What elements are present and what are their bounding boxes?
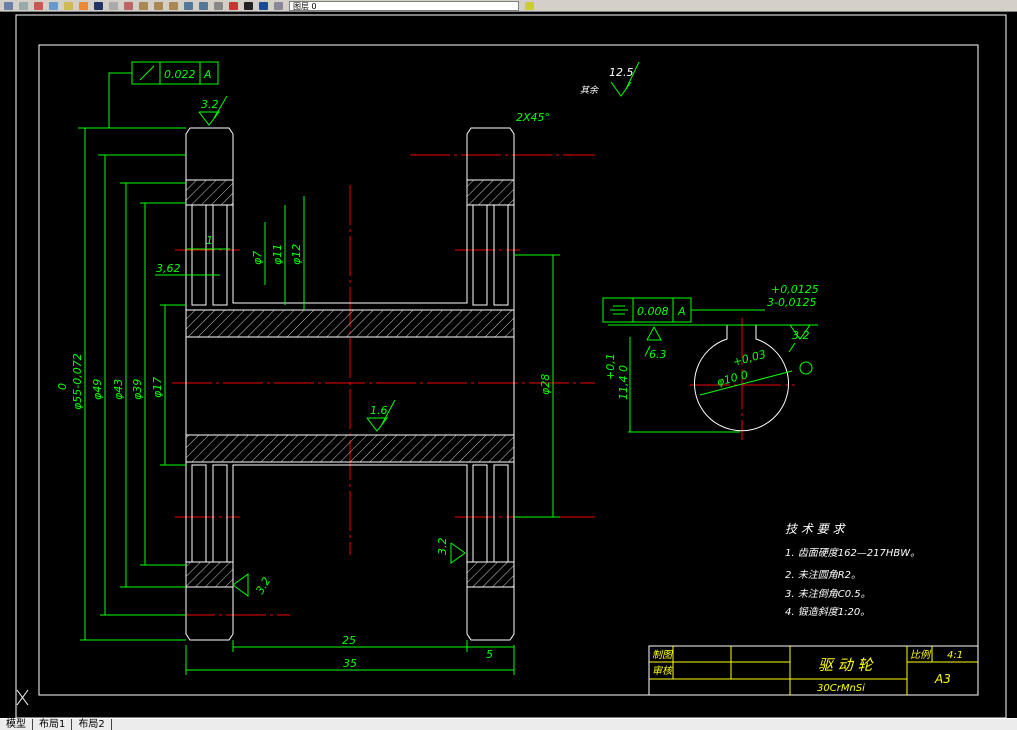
dim-d12: φ12 [290, 244, 303, 265]
preview-icon[interactable] [19, 1, 28, 10]
gdt-symmetry-value: 0.008 [637, 305, 669, 318]
scale-label: 比例 [910, 649, 932, 661]
layer-state-icon[interactable] [525, 1, 534, 10]
tech-req-item: 4. 锻造斜度1:20。 [785, 606, 870, 618]
tech-req-item: 2. 未注圆角R2。 [785, 569, 861, 581]
key-width: 3-0,0125 [767, 296, 816, 309]
gdt-runout-datum: A [203, 68, 212, 81]
tech-req-item: 3. 未注倒角C0.5。 [785, 588, 871, 600]
drawn-by-label: 制图 [652, 649, 674, 661]
layer-manager-icon[interactable] [274, 1, 283, 10]
roughness-general-label: 其余 [580, 85, 599, 96]
ucs-icon [16, 689, 29, 706]
checked-by-label: 审核 [652, 665, 674, 677]
undo-icon[interactable] [94, 1, 103, 10]
dim-d11: φ11 [271, 244, 284, 265]
tab-layout2[interactable]: 布局2 [72, 719, 112, 730]
roughness-keyway-side: 3.2 [792, 329, 810, 342]
pan-icon[interactable] [124, 1, 133, 10]
properties-icon[interactable] [184, 1, 193, 10]
markup-icon[interactable] [229, 1, 238, 10]
match-properties-icon[interactable] [79, 1, 88, 10]
roughness-general: 12.5 [609, 66, 634, 79]
help-icon[interactable] [259, 1, 268, 10]
dim-1: 1 [206, 234, 213, 247]
gdt-runout-value: 0.022 [164, 68, 196, 81]
dim-d39: φ39 [131, 379, 144, 400]
bore-upper: +0,03 [731, 348, 767, 369]
dim-d55: φ55-0,072 [71, 353, 84, 410]
gdt-symmetry-datum: A [677, 305, 686, 318]
zoom-previous-icon[interactable] [169, 1, 178, 10]
layer-dropdown[interactable]: 图层 0 [289, 0, 519, 11]
print-icon[interactable] [4, 1, 13, 10]
roughness-bore: 1.6 [370, 404, 388, 417]
zoom-window-icon[interactable] [154, 1, 163, 10]
dim-3-62: 3,62 [156, 262, 181, 275]
drawing-canvas[interactable]: 0.022 A 3.2 2X45° 0.008 A 1.6 6.3 3.2 +0… [0, 12, 1017, 718]
part-name: 驱 动 轮 [818, 656, 875, 674]
chamfer-label: 2X45° [516, 111, 550, 124]
tech-req-title: 技 术 要 求 [785, 522, 846, 536]
bore-dim: φ10 0 [715, 368, 749, 389]
tab-layout1[interactable]: 布局1 [33, 719, 73, 730]
dim-d49: φ49 [91, 379, 104, 400]
scale-value: 4:1 [947, 650, 963, 661]
tech-req-item: 1. 齿面硬度162—217HBW。 [785, 547, 920, 559]
dim-d43: φ43 [112, 379, 125, 400]
zoom-realtime-icon[interactable] [139, 1, 148, 10]
dim-d7: φ7 [251, 251, 264, 265]
dim-5: 5 [486, 648, 493, 661]
key-width-upper: +0,0125 [771, 283, 819, 296]
layout-tabs: 模型 布局1 布局2 [0, 718, 1017, 730]
toolbar: 图层 0 [0, 0, 1017, 12]
cut-icon[interactable] [34, 1, 43, 10]
title-block: 制图 审核 驱 动 轮 30CrMnSi 比例 4:1 A3 [648, 645, 979, 696]
roughness-top: 3.2 [201, 98, 219, 111]
material: 30CrMnSi [817, 683, 865, 694]
dim-25: 25 [342, 634, 356, 647]
sheet-size: A3 [934, 672, 951, 686]
dim-d17: φ17 [151, 377, 164, 398]
dim-35: 35 [343, 657, 357, 670]
layer-name: 图层 0 [293, 1, 317, 11]
paste-icon[interactable] [64, 1, 73, 10]
key-height-upper: +0,1 [604, 353, 617, 380]
dim-d55-upper: 0 [56, 383, 69, 390]
tool-palette-icon[interactable] [214, 1, 223, 10]
roughness-keyway-bottom: 6.3 [649, 348, 667, 361]
tab-model[interactable]: 模型 [0, 719, 33, 730]
design-center-icon[interactable] [199, 1, 208, 10]
roughness-flange: 3.2 [253, 575, 273, 597]
copy-icon[interactable] [49, 1, 58, 10]
table-icon[interactable] [244, 1, 253, 10]
redo-icon[interactable] [109, 1, 118, 10]
part-section [185, 127, 789, 641]
dim-d28: φ28 [539, 374, 552, 395]
key-height: 11,4 0 [617, 365, 630, 400]
roughness-groove: 3.2 [436, 538, 449, 556]
